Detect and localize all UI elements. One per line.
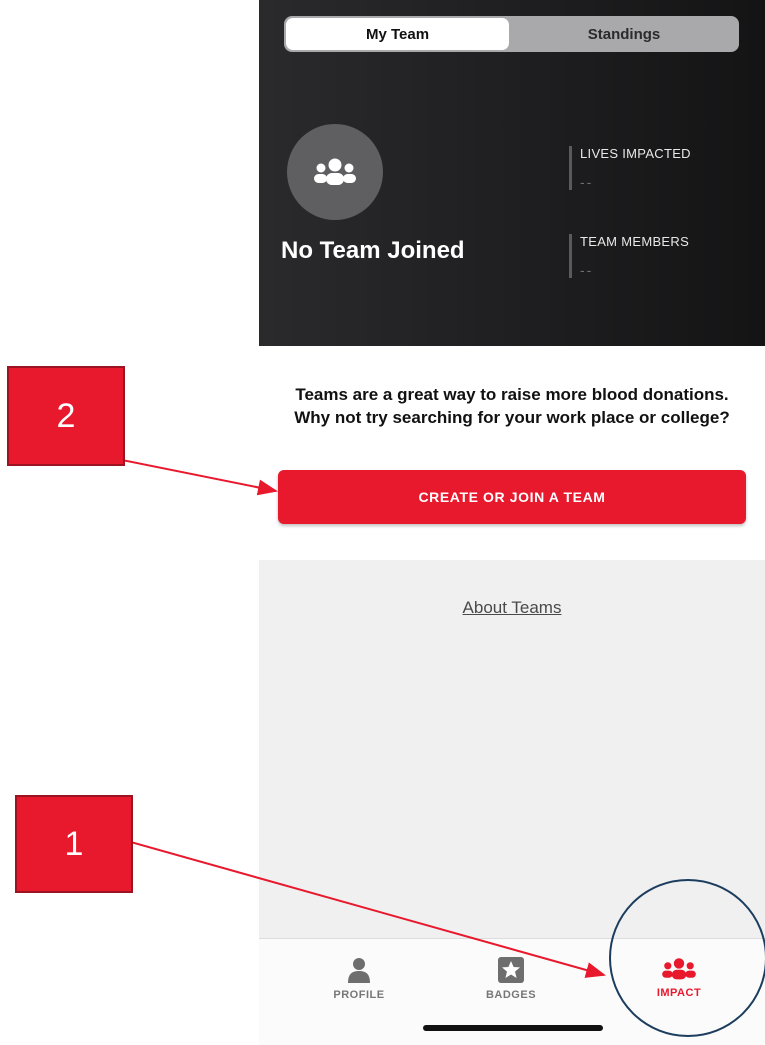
impact-highlight-circle	[609, 879, 765, 1037]
annotation-arrow-1	[126, 840, 606, 978]
callout-1: 1	[15, 795, 133, 893]
callout-2: 2	[7, 366, 125, 466]
annotation-arrow-2	[121, 459, 278, 496]
